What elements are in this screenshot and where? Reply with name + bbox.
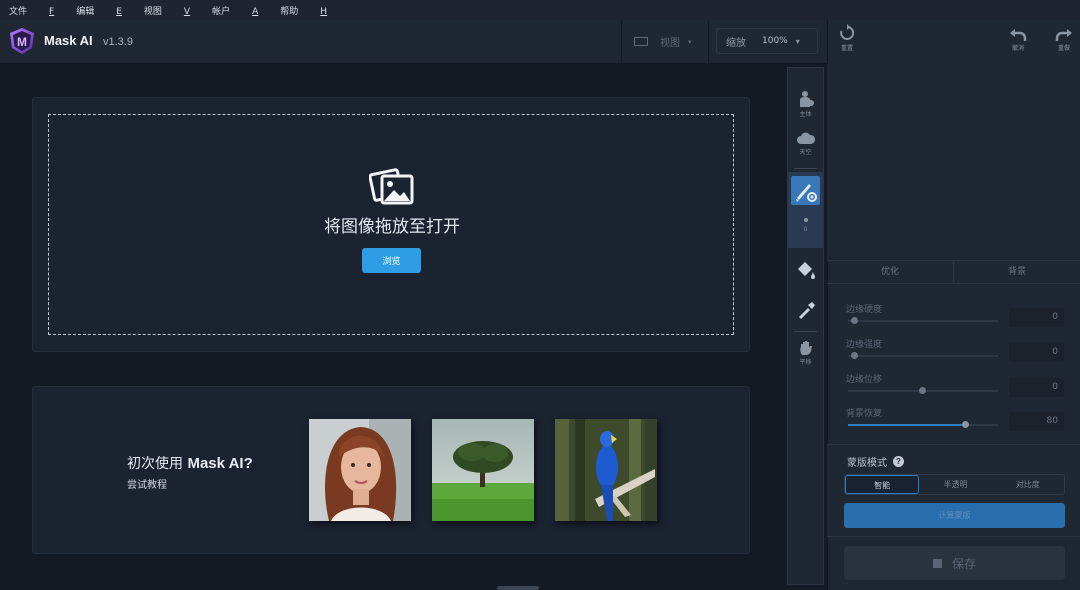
background-recovery-slider[interactable]: 背景恢复 80: [846, 406, 1066, 431]
drop-instruction: 将图像拖放至打开: [324, 217, 460, 237]
zoom-dropdown[interactable]: 缩放 100% ▾: [716, 28, 818, 54]
slider-knob[interactable]: [962, 421, 969, 428]
tutorial-thumb-portrait[interactable]: [309, 419, 411, 521]
menu-account[interactable]: 帐户 A: [212, 4, 258, 17]
slider-track[interactable]: [848, 355, 998, 357]
tutorial-title-prefix: 初次使用: [127, 456, 188, 472]
edge-strength-slider[interactable]: 边缘强度 0: [846, 337, 1066, 362]
slider-value[interactable]: 0: [1009, 378, 1064, 397]
browse-button[interactable]: 浏览: [362, 248, 421, 273]
zoom-value: 100%: [762, 36, 788, 46]
tool-divider: [794, 168, 817, 169]
right-header: 重置 撤消 重做: [827, 20, 1080, 64]
panel-resize-handle[interactable]: [497, 586, 539, 590]
eyedropper-icon: [798, 302, 815, 319]
redo-label: 重做: [1057, 45, 1070, 52]
mask-mode-contrast[interactable]: 对比度: [992, 475, 1064, 494]
undo-icon: [1010, 29, 1027, 41]
slider-knob[interactable]: [851, 317, 858, 324]
reset-icon: [840, 24, 855, 40]
tutorial-title: 初次使用 Mask AI?: [127, 453, 253, 473]
save-label: 保存: [951, 556, 976, 571]
menu-bar: 文件 F 编辑 E 视图 V 帐户 A 帮助 H: [0, 0, 1080, 20]
subject-tool[interactable]: 主体: [788, 90, 823, 118]
hand-icon: [799, 341, 812, 355]
undo-button[interactable]: 撤消: [1005, 28, 1031, 52]
brush-size-value: 0: [803, 226, 808, 233]
parrot-image: [555, 419, 657, 521]
view-label: 视图: [660, 38, 680, 49]
zoom-label: 缩放: [726, 37, 746, 49]
view-dropdown[interactable]: 视图 ▾: [634, 34, 692, 49]
menu-view[interactable]: 视图 V: [144, 4, 190, 17]
view-mode-icon: [634, 37, 648, 46]
brush-size-dot-icon: [803, 218, 808, 222]
menu-edit[interactable]: 编辑 E: [76, 4, 122, 17]
slider-value[interactable]: 0: [1009, 343, 1064, 362]
save-button[interactable]: 保存: [844, 546, 1065, 580]
chevron-down-icon: ▾: [688, 37, 692, 46]
reset-button[interactable]: 重置: [834, 24, 860, 52]
brush-tool[interactable]: [791, 176, 820, 205]
redo-icon: [1055, 29, 1072, 41]
redo-button[interactable]: 重做: [1051, 28, 1077, 52]
brush-settings-icon: [796, 184, 817, 202]
save-disk-icon: [932, 558, 942, 568]
cloud-icon: [796, 132, 815, 144]
paint-bucket-icon: [797, 262, 815, 279]
pan-tool-label: 平移: [799, 359, 812, 366]
header-divider: [708, 20, 709, 64]
menu-file[interactable]: 文件 F: [9, 4, 54, 17]
edge-hardness-slider[interactable]: 边缘硬度 0: [846, 302, 1066, 327]
navigator-preview: [827, 64, 1080, 260]
chevron-down-icon: ▾: [795, 36, 800, 46]
mask-mode-label: 蒙版模式: [847, 458, 887, 469]
edge-shift-slider[interactable]: 边缘位移 0: [846, 372, 1066, 397]
app-logo-icon: M: [10, 28, 34, 54]
tutorial-subtitle[interactable]: 尝试教程: [127, 476, 167, 491]
slider-knob[interactable]: [919, 387, 926, 394]
mask-mode-translucent[interactable]: 半透明: [919, 475, 991, 494]
menu-help[interactable]: 帮助 H: [280, 4, 327, 17]
portrait-image: [309, 419, 411, 521]
mask-mode-selector: 智能 半透明 对比度: [844, 474, 1065, 495]
reset-label: 重置: [840, 45, 853, 52]
brush-size-indicator[interactable]: 0: [788, 218, 823, 233]
mask-mode-title: 蒙版模式 ?: [847, 454, 904, 469]
slider-track[interactable]: [848, 320, 998, 322]
app-name: Mask AI: [44, 33, 93, 48]
sky-tool[interactable]: 天空: [788, 132, 823, 156]
slider-value[interactable]: 0: [1009, 308, 1064, 327]
app-version: v1.3.9: [103, 36, 133, 48]
tutorial-thumb-parrot[interactable]: [555, 419, 657, 521]
image-icon: [369, 168, 414, 205]
refine-tabs: 优化 背景: [827, 260, 1080, 284]
sky-tool-label: 天空: [799, 149, 812, 156]
fill-tool[interactable]: [788, 260, 823, 281]
help-icon[interactable]: ?: [893, 456, 904, 467]
pan-tool[interactable]: 平移: [788, 340, 823, 366]
slider-knob[interactable]: [851, 352, 858, 359]
subject-tool-label: 主体: [799, 111, 812, 118]
mask-mode-smart[interactable]: 智能: [845, 475, 920, 494]
tutorial-title-brand: Mask AI?: [187, 455, 253, 472]
slider-value[interactable]: 80: [1009, 412, 1064, 431]
header-divider: [621, 20, 622, 64]
eyedropper-tool[interactable]: [788, 300, 823, 321]
tab-refine[interactable]: 优化: [827, 261, 954, 283]
tree-image: [432, 419, 534, 521]
person-icon: [799, 91, 814, 107]
tutorial-thumb-tree[interactable]: [432, 419, 534, 521]
undo-label: 撤消: [1011, 45, 1024, 52]
app-header: M Mask AI v1.3.9 视图 ▾ 缩放 100% ▾: [0, 20, 827, 64]
tab-background[interactable]: 背景: [954, 261, 1080, 283]
tool-divider: [794, 331, 817, 332]
slider-fill: [848, 424, 966, 426]
compute-mask-button[interactable]: 计算蒙版: [844, 503, 1065, 528]
tool-strip: 主体 天空 0 平移: [787, 67, 824, 585]
svg-text:M: M: [17, 35, 27, 49]
